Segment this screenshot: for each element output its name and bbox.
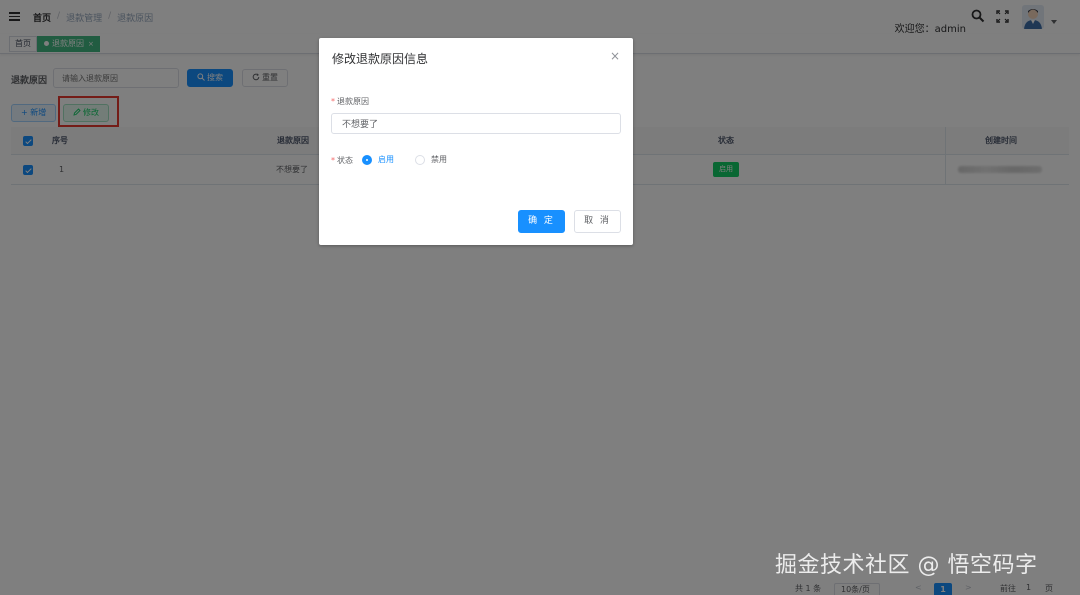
status-field-label: * 状态	[331, 155, 353, 166]
required-mark: *	[331, 97, 335, 106]
reason-input[interactable]	[331, 113, 621, 134]
close-icon[interactable]: ×	[610, 50, 620, 62]
required-mark: *	[331, 156, 335, 165]
dialog-title: 修改退款原因信息	[332, 52, 429, 66]
status-radio-enabled[interactable]: 启用	[362, 154, 394, 165]
status-label-text: 状态	[337, 156, 353, 165]
radio-unchecked-icon	[415, 154, 425, 165]
watermark: 掘金技术社区 @ 悟空码字	[775, 553, 1038, 578]
status-radio-disabled[interactable]: 禁用	[415, 154, 447, 165]
reason-label-text: 退款原因	[337, 97, 369, 106]
reason-field-label: * 退款原因	[331, 96, 369, 107]
radio-checked-icon	[362, 154, 372, 165]
confirm-button[interactable]: 确 定	[518, 210, 565, 233]
cancel-button[interactable]: 取 消	[574, 210, 621, 233]
radio-label-enabled: 启用	[378, 155, 394, 164]
app-window: 首页 / 退款管理 / 退款原因 欢迎您：admin 首页	[0, 0, 1080, 595]
edit-refund-reason-dialog: 修改退款原因信息 × *退款原因 *状态 启用 禁用 确 定 取 消	[319, 38, 633, 245]
radio-label-disabled: 禁用	[431, 155, 447, 164]
